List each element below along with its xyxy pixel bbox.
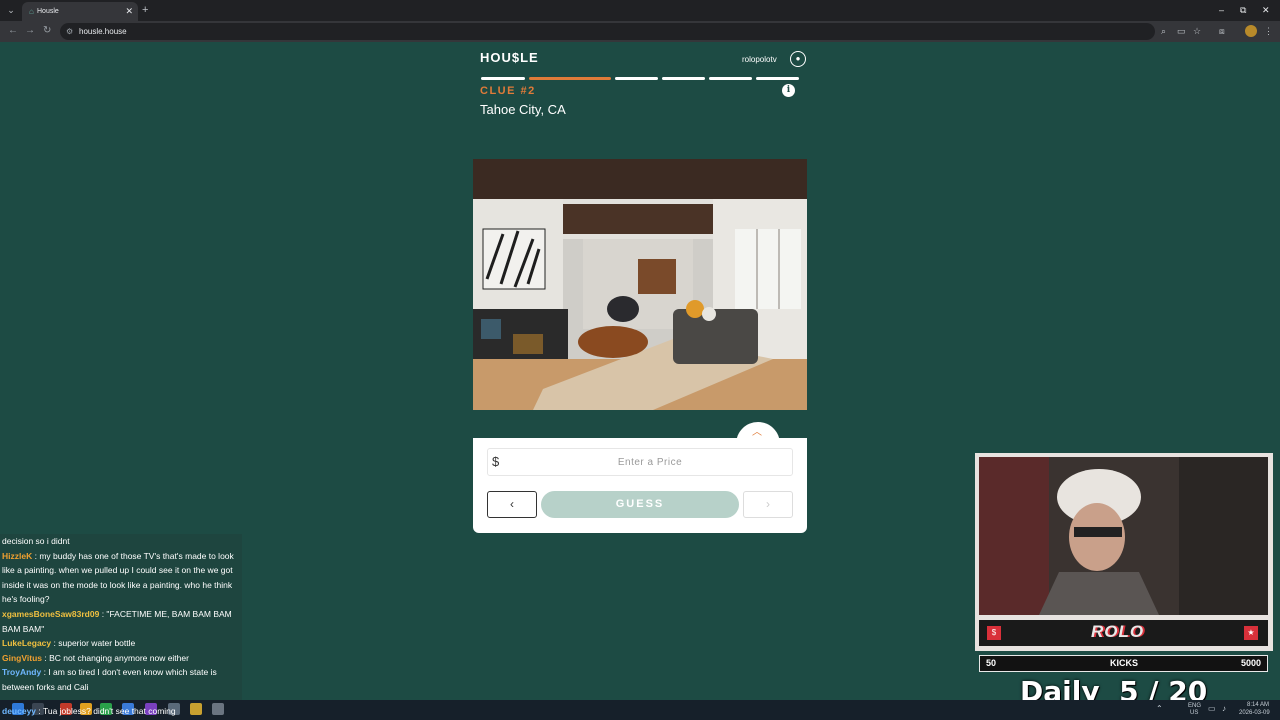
- extensions-icon[interactable]: ⧈: [1219, 25, 1225, 37]
- webcam-feed: [979, 457, 1268, 615]
- chat-username: xgamesBoneSaw83rd09: [2, 608, 100, 619]
- cast-icon[interactable]: ▭: [1177, 25, 1186, 37]
- chat-text: Tua jobless? didn't see that coming: [42, 706, 176, 716]
- url-text: housle.house: [79, 27, 127, 36]
- profile-avatar[interactable]: [1245, 25, 1257, 37]
- forward-arrow-icon[interactable]: →: [25, 24, 35, 38]
- house-photo: [473, 159, 807, 410]
- guess-button[interactable]: GUESS: [541, 491, 739, 518]
- volume-icon[interactable]: ♪: [1222, 705, 1226, 713]
- star-badge-icon: ★: [1244, 626, 1258, 640]
- zoom-icon[interactable]: ⌕: [1161, 25, 1166, 37]
- tray-chevron-icon[interactable]: ⌃: [1156, 705, 1163, 713]
- kicks-current: 50: [986, 658, 997, 668]
- bookmark-star-icon[interactable]: ☆: [1193, 25, 1201, 37]
- currency-symbol: $: [492, 454, 500, 469]
- dollar-badge-icon: $: [987, 626, 1001, 640]
- language-top[interactable]: ENG: [1188, 703, 1201, 710]
- kicks-label: KICKS: [1110, 658, 1139, 668]
- stream-chat: decision so i didnt HizzleK : my buddy h…: [0, 534, 242, 720]
- browser-menu-icon[interactable]: ⋮: [1264, 25, 1273, 37]
- chat-message: deuceyy : Tua jobless? didn't see that c…: [2, 706, 176, 716]
- previous-clue-button[interactable]: ‹: [487, 491, 537, 518]
- chat-text: my buddy has one of those TV's that's ma…: [2, 550, 234, 605]
- clock-date[interactable]: 2026-03-09: [1239, 710, 1270, 717]
- price-input[interactable]: [510, 452, 790, 472]
- progress-segment-5: [709, 77, 752, 80]
- chat-username: HizzleK: [2, 550, 33, 561]
- user-account-icon[interactable]: ●: [790, 51, 806, 67]
- chat-message: xgamesBoneSaw83rd09 : "FACETIME ME, BAM …: [2, 608, 232, 634]
- chat-message: TroyAndy : I am so tired I don't even kn…: [2, 667, 217, 692]
- housle-logo[interactable]: HOU$LE: [480, 50, 539, 65]
- network-icon[interactable]: ▭: [1208, 705, 1216, 713]
- kicks-target: 5000: [1240, 658, 1261, 668]
- chevron-up-icon[interactable]: ︿: [752, 423, 762, 438]
- app-icon[interactable]: [190, 703, 202, 715]
- minimize-button[interactable]: –: [1219, 3, 1224, 17]
- house-favicon-icon: ⌂: [29, 7, 34, 16]
- chat-message: GingVitus : BC not changing anymore now …: [2, 652, 189, 663]
- chat-text: decision so i didnt: [2, 536, 70, 546]
- maximize-button[interactable]: ⧉: [1240, 3, 1246, 17]
- progress-segment-2: [529, 77, 611, 80]
- tab-close-icon[interactable]: ✕: [125, 5, 133, 17]
- clock-time[interactable]: 8:14 AM: [1247, 702, 1269, 709]
- browser-tab[interactable]: ⌂ Housle ✕: [22, 2, 138, 21]
- window-close-button[interactable]: ✕: [1262, 3, 1270, 17]
- chat-username: GingVitus: [2, 652, 42, 663]
- chat-username: LukeLegacy: [2, 638, 52, 649]
- info-icon[interactable]: i: [782, 84, 795, 97]
- address-bar: ← → ↻ ⚙ housle.house ⌕ ▭ ☆ ⧈ ⋮: [0, 21, 1280, 42]
- next-clue-button[interactable]: ›: [743, 491, 793, 518]
- progress-segment-6: [756, 77, 799, 80]
- chat-message: LukeLegacy : superior water bottle: [2, 638, 136, 649]
- language-bottom[interactable]: US: [1190, 710, 1198, 717]
- clue-progress-bar: [481, 77, 799, 80]
- reload-icon[interactable]: ↻: [43, 24, 51, 38]
- stream-brand-bar: $ ROLO ★: [979, 620, 1268, 646]
- kicks-goal-bar: 50 KICKS 5000: [979, 655, 1268, 672]
- progress-segment-4: [662, 77, 705, 80]
- progress-segment-1: [481, 77, 525, 80]
- site-info-icon[interactable]: ⚙: [66, 25, 73, 38]
- tab-title: Housle: [37, 8, 59, 15]
- url-field[interactable]: ⚙ housle.house: [60, 23, 1155, 40]
- app-icon[interactable]: [212, 703, 224, 715]
- tab-search-icon[interactable]: ⌄: [4, 3, 18, 17]
- streamer-logo: ROLO: [1091, 622, 1145, 641]
- location-label: Tahoe City, CA: [480, 102, 566, 117]
- os-taskbar: ⌃ ENG US ▭ ♪ 8:14 AM 2026-03-09: [0, 700, 1280, 720]
- back-arrow-icon[interactable]: ←: [8, 24, 18, 38]
- new-tab-button[interactable]: +: [142, 3, 148, 17]
- progress-segment-3: [615, 77, 658, 80]
- chat-message: decision so i didnt: [0, 534, 242, 549]
- clue-label: CLUE #2: [480, 85, 536, 97]
- chat-text: BC not changing anymore now either: [49, 652, 189, 663]
- chat-message: HizzleK : my buddy has one of those TV's…: [2, 550, 234, 605]
- chat-text: superior water bottle: [58, 638, 136, 649]
- browser-tab-bar: ⌄ ⌂ Housle ✕ + – ⧉ ✕: [0, 0, 1280, 21]
- chat-username: deuceyy: [2, 706, 37, 716]
- username-label[interactable]: rolopolotv: [742, 55, 777, 65]
- chat-username: TroyAndy: [2, 667, 42, 678]
